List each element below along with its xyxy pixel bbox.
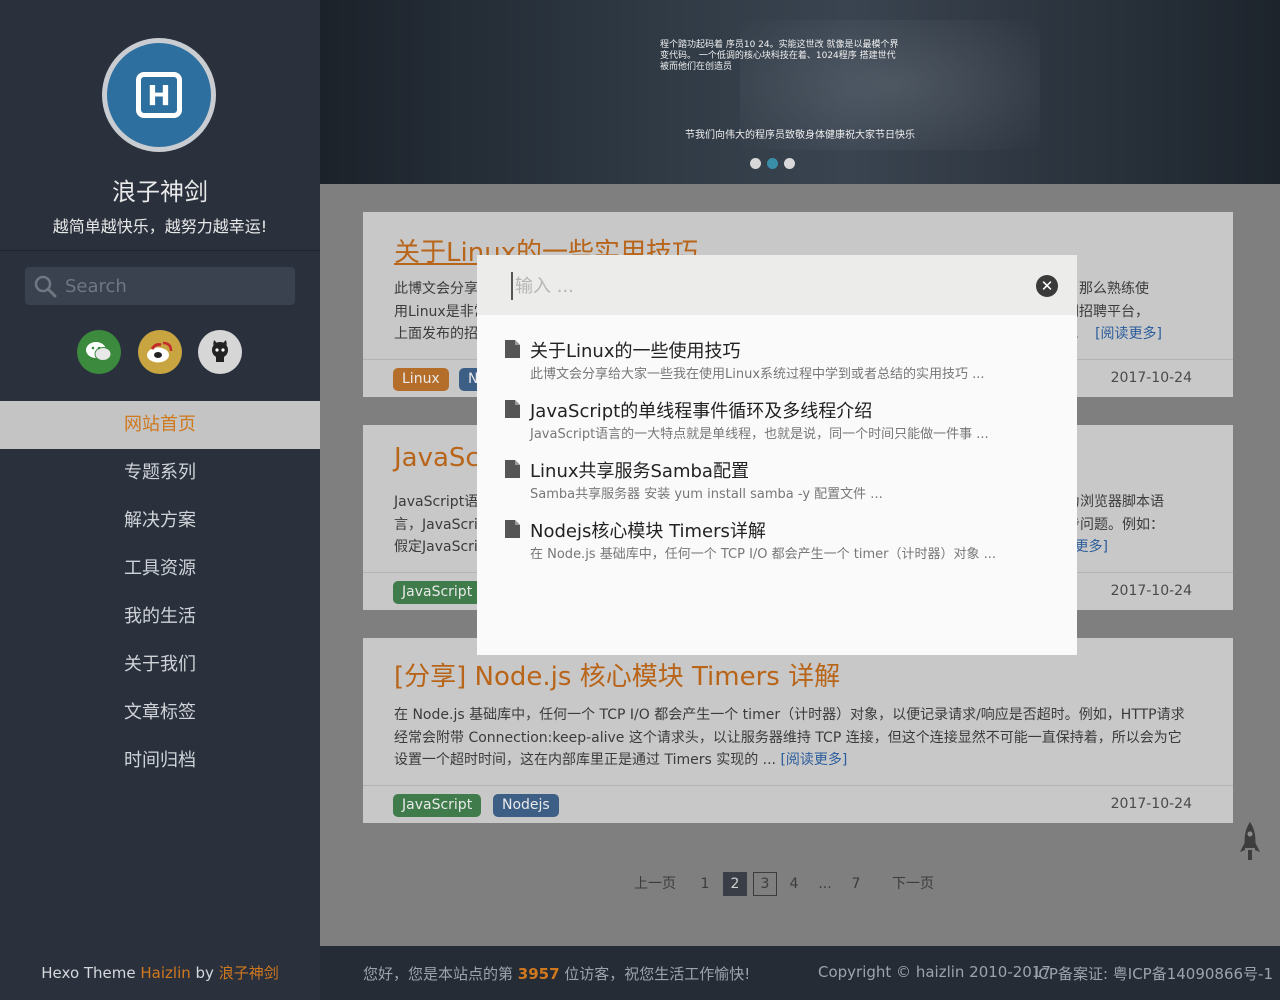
tag-badge[interactable]: Linux <box>393 368 449 391</box>
page-link[interactable]: 1 <box>698 872 712 896</box>
banner-poem: 程个踏功起码着 序员10 24。实能这世改 就像是以最模个界变代码。 一个低调的… <box>660 40 899 72</box>
nav-item-tools[interactable]: 工具资源 <box>0 545 320 593</box>
sidebar-footer: Hexo Theme Haizlin by 浪子神剑 <box>41 964 279 982</box>
next-page-link[interactable]: 下一页 <box>891 872 935 896</box>
search-result-desc: Samba共享服务器 安装 yum install samba -y 配置文件 … <box>530 487 883 502</box>
search-result-desc: 此博文会分享给大家一些我在使用Linux系统过程中学到或者总结的实用技巧 ... <box>530 367 985 382</box>
post-date: 2017-10-24 <box>1110 796 1192 812</box>
search-icon <box>34 275 57 298</box>
search-result-title[interactable]: 关于Linux的一些使用技巧 <box>530 337 741 363</box>
post-title[interactable]: [分享] Node.js 核心模块 Timers 详解 <box>394 656 840 693</box>
search-modal-header: ✕ <box>477 255 1077 315</box>
search-result-title[interactable]: JavaScript的单线程事件循环及多线程介绍 <box>530 397 872 423</box>
tag-badge[interactable]: Nodejs <box>493 794 559 817</box>
wechat-icon[interactable] <box>77 330 121 374</box>
search-result-title[interactable]: Nodejs核心模块 Timers详解 <box>530 517 766 543</box>
nav-item-life[interactable]: 我的生活 <box>0 593 320 641</box>
post-title[interactable]: JavaScr <box>394 443 490 473</box>
read-more-link[interactable]: [阅读更多] <box>780 752 847 768</box>
post-footer: JavaScript Nodejs 2017-10-24 <box>363 785 1233 823</box>
page-link[interactable]: 3 <box>753 872 777 896</box>
carousel-dot[interactable] <box>784 158 795 169</box>
post-date: 2017-10-24 <box>1110 583 1192 599</box>
document-icon <box>505 460 520 478</box>
search-result-desc: 在 Node.js 基础库中，任何一个 TCP I/O 都会产生一个 timer… <box>530 547 997 562</box>
page-ellipsis: ... <box>818 876 832 892</box>
main-nav: 网站首页 专题系列 解决方案 工具资源 我的生活 关于我们 文章标签 时间归档 <box>0 401 320 785</box>
page-link[interactable]: 4 <box>787 872 801 896</box>
page-current: 2 <box>723 872 747 896</box>
post-card: [分享] Node.js 核心模块 Timers 详解 在 Node.js 基础… <box>363 638 1233 823</box>
visitor-count: 3957 <box>517 965 560 983</box>
nav-item-solutions[interactable]: 解决方案 <box>0 497 320 545</box>
sidebar-search[interactable] <box>25 267 295 305</box>
site-footer: 您好，您是本站点的第 3957 位访客，祝您生活工作愉快! Copyright … <box>320 946 1280 1000</box>
search-modal-input[interactable] <box>511 272 1011 300</box>
avatar[interactable]: H <box>102 38 216 152</box>
icp-record[interactable]: ICP备案证: 粤ICP备14090866号-1 <box>1034 963 1273 984</box>
sidebar-divider <box>0 250 320 251</box>
site-name[interactable]: 浪子神剑 <box>0 172 320 207</box>
search-modal: ✕ 关于Linux的一些使用技巧 此博文会分享给大家一些我在使用Linux系统过… <box>477 255 1077 655</box>
post-excerpt: 在 Node.js 基础库中，任何一个 TCP I/O 都会产生一个 timer… <box>394 707 1185 768</box>
carousel-dot[interactable] <box>750 158 761 169</box>
copyright: Copyright © haizlin 2010-2017 <box>818 963 1051 981</box>
document-icon <box>505 400 520 418</box>
theme-link[interactable]: Haizlin <box>140 964 190 982</box>
author-link[interactable]: 浪子神剑 <box>219 964 279 982</box>
visitor-message: 您好，您是本站点的第 3957 位访客，祝您生活工作愉快! <box>363 965 751 983</box>
search-result-desc: JavaScript语言的一大特点就是单线程，也就是说，同一个时间只能做一件事 … <box>530 427 989 442</box>
banner-carousel[interactable]: 程个踏功起码着 序员10 24。实能这世改 就像是以最模个界变代码。 一个低调的… <box>320 0 1280 184</box>
banner-caption: 节我们向伟大的程序员致敬身体健康祝大家节日快乐 <box>685 130 915 141</box>
prev-page-link[interactable]: 上一页 <box>633 872 677 896</box>
tag-badge[interactable]: JavaScript <box>393 581 482 604</box>
weibo-icon[interactable] <box>138 330 182 374</box>
post-date: 2017-10-24 <box>1110 370 1192 386</box>
site-logo-icon: H <box>136 72 182 118</box>
nav-item-home[interactable]: 网站首页 <box>0 401 320 449</box>
github-icon[interactable] <box>198 330 242 374</box>
tag-badge[interactable]: JavaScript <box>393 794 482 817</box>
carousel-dot[interactable] <box>767 158 778 169</box>
nav-item-about[interactable]: 关于我们 <box>0 641 320 689</box>
nav-item-series[interactable]: 专题系列 <box>0 449 320 497</box>
sidebar: H 浪子神剑 越简单越快乐，越努力越幸运! Search 网站首页 专题系列 解… <box>0 0 320 1000</box>
page-link[interactable]: 7 <box>849 872 863 896</box>
nav-item-tags[interactable]: 文章标签 <box>0 689 320 737</box>
site-description: 越简单越快乐，越努力越幸运! <box>52 217 268 236</box>
document-icon <box>505 520 520 538</box>
document-icon <box>505 340 520 358</box>
sidebar-search-input[interactable] <box>65 275 285 297</box>
carousel-dots <box>750 158 795 169</box>
close-icon[interactable]: ✕ <box>1036 275 1058 297</box>
pagination: 上一页 1 2 3 4 ... 7 下一页 <box>320 872 1280 896</box>
search-result-title[interactable]: Linux共享服务Samba配置 <box>530 457 749 483</box>
nav-item-archive[interactable]: 时间归档 <box>0 737 320 785</box>
back-to-top-rocket-icon[interactable] <box>1239 822 1261 864</box>
read-more-link[interactable]: [阅读更多] <box>1095 323 1162 346</box>
